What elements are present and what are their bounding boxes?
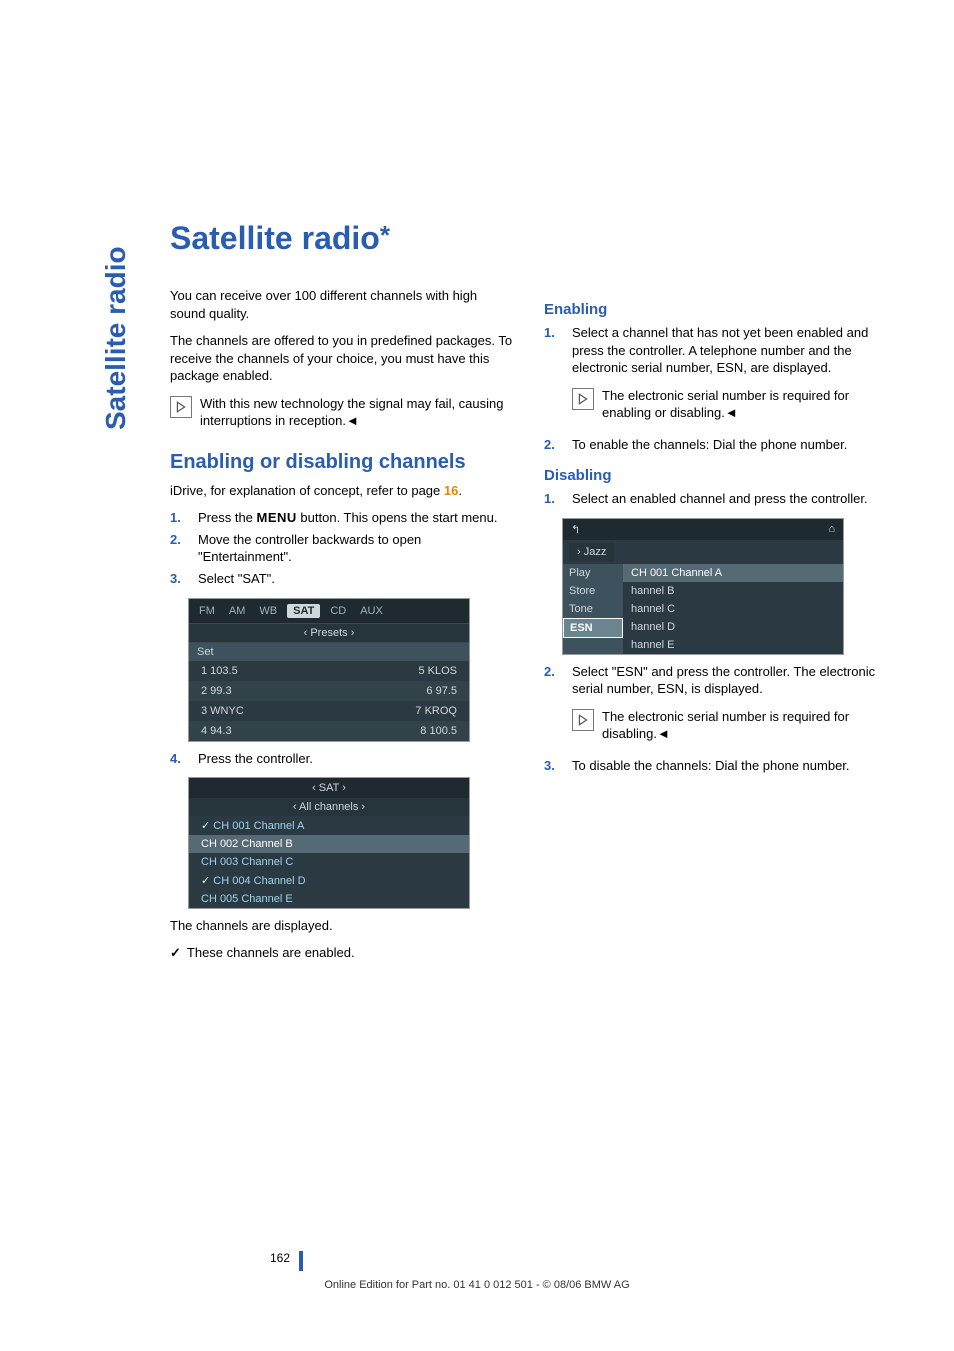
tab-am: AM (225, 603, 250, 619)
check-icon: ✓ (170, 945, 181, 961)
channel-item-selected: CH 002 Channel B (189, 835, 469, 853)
idrive-ref-text-a: iDrive, for explanation of concept, refe… (170, 483, 444, 498)
disabling-step-2: 2. Select "ESN" and press the controller… (544, 663, 890, 698)
step-text: Select an enabled channel and press the … (572, 490, 868, 508)
step-number: 1. (170, 509, 188, 527)
preset-cell: 4 94.3 (201, 725, 232, 737)
step-number: 2. (544, 663, 562, 681)
step-text-b: button. This opens the start menu. (297, 510, 498, 525)
step-text: Select a channel that has not yet been e… (572, 324, 890, 377)
channels-displayed-text: The channels are displayed. (170, 917, 516, 935)
channel-item: CH 003 Channel C (189, 853, 469, 871)
preset-cell: 8 100.5 (420, 725, 457, 737)
back-icon: ↰ (571, 523, 580, 536)
step-number: 3. (170, 570, 188, 588)
note-signal-fail: With this new technology the signal may … (170, 395, 516, 430)
step-number: 4. (170, 750, 188, 768)
page-ref-16[interactable]: 16 (444, 483, 458, 498)
note-esn-disable: The electronic serial number is required… (572, 708, 890, 743)
note-icon (572, 388, 594, 410)
title-asterisk: * (380, 220, 390, 250)
page-number-bar (299, 1251, 303, 1271)
preset-cell: 3 WNYC (201, 705, 244, 717)
enabling-step-2: 2. To enable the channels: Dial the phon… (544, 436, 890, 454)
channel-row: hannel E (623, 636, 843, 654)
tab-fm: FM (195, 603, 219, 619)
menu-esn: ESN (563, 618, 623, 638)
page-title: Satellite radio* (170, 220, 890, 257)
step-text-a: Press the (198, 510, 257, 525)
step-text: Press the controller. (198, 750, 313, 768)
disabling-step-1: 1. Select an enabled channel and press t… (544, 490, 890, 508)
enabling-step-1: 1. Select a channel that has not yet bee… (544, 324, 890, 377)
note-text: The electronic serial number is required… (602, 709, 849, 742)
menu-play: Play (563, 564, 623, 582)
step-number: 2. (170, 531, 188, 549)
side-section-tab: Satellite radio (100, 246, 132, 430)
home-icon: ⌂ (828, 523, 835, 536)
set-label: Set (189, 643, 469, 661)
tab-cd: CD (326, 603, 350, 619)
title-text: Satellite radio (170, 220, 380, 256)
note-icon (572, 709, 594, 731)
idrive-reference: iDrive, for explanation of concept, refe… (170, 482, 516, 500)
channel-item: CH 005 Channel E (189, 890, 469, 908)
sat-header: ‹ SAT › (189, 778, 469, 798)
presets-label: ‹ Presets › (189, 623, 469, 643)
channel-row: CH 001 Channel A (623, 564, 843, 582)
radio-source-tabs: FM AM WB SAT CD AUX (189, 599, 469, 623)
preset-cell: 5 KLOS (418, 665, 457, 677)
step-number: 1. (544, 490, 562, 508)
enabled-channels-text: These channels are enabled. (187, 945, 355, 960)
step-text: Move the controller backwards to open "E… (198, 531, 516, 566)
end-mark-icon: ◄ (346, 413, 359, 428)
channel-item: CH 001 Channel A (189, 816, 469, 835)
disabling-step-3: 3. To disable the channels: Dial the pho… (544, 757, 890, 775)
step-text: Select "SAT". (198, 570, 275, 588)
step-1: 1. Press the MENU button. This opens the… (170, 509, 516, 527)
preset-cell: 7 KROQ (415, 705, 457, 717)
sat-all-channels: ‹ All channels › (189, 798, 469, 816)
screenshot-radio-presets: FM AM WB SAT CD AUX ‹ Presets › Set 1 10… (188, 598, 470, 742)
step-3: 3. Select "SAT". (170, 570, 516, 588)
footer-copyright: Online Edition for Part no. 01 41 0 012 … (0, 1279, 954, 1291)
page-number: 162 (270, 1251, 290, 1265)
step-4: 4. Press the controller. (170, 750, 516, 768)
tab-sat: SAT (287, 604, 320, 618)
step-text: To enable the channels: Dial the phone n… (572, 436, 847, 454)
channel-row: hannel B (623, 582, 843, 600)
step-text: To disable the channels: Dial the phone … (572, 757, 850, 775)
tab-wb: WB (255, 603, 281, 619)
step-text: Select "ESN" and press the controller. T… (572, 663, 890, 698)
step-2: 2. Move the controller backwards to open… (170, 531, 516, 566)
intro-paragraph-1: You can receive over 100 different chann… (170, 287, 516, 322)
menu-store: Store (563, 582, 623, 600)
subheading-disabling: Disabling (544, 467, 890, 484)
channel-row: hannel C (623, 600, 843, 618)
screenshot-jazz-esn: ↰ ⌂ › Jazz Play Store Tone ESN CH 001 Ch… (562, 518, 844, 655)
step-number: 1. (544, 324, 562, 342)
subheading-enabling: Enabling (544, 301, 890, 318)
preset-cell: 2 99.3 (201, 685, 232, 697)
category-tab-jazz: › Jazz (569, 543, 614, 561)
step-number: 3. (544, 757, 562, 775)
channel-item: CH 004 Channel D (189, 871, 469, 890)
intro-paragraph-2: The channels are offered to you in prede… (170, 332, 516, 385)
note-esn-enable: The electronic serial number is required… (572, 387, 890, 422)
menu-button-label: MENU (257, 510, 297, 525)
tab-aux: AUX (356, 603, 387, 619)
idrive-ref-text-b: . (458, 483, 462, 498)
channel-row: hannel D (623, 618, 843, 636)
note-icon (170, 396, 192, 418)
screenshot-sat-channels: ‹ SAT › ‹ All channels › CH 001 Channel … (188, 777, 470, 909)
end-mark-icon: ◄ (725, 405, 738, 420)
menu-tone: Tone (563, 600, 623, 618)
end-mark-icon: ◄ (657, 726, 670, 741)
enabled-channels-note: ✓ These channels are enabled. (170, 945, 516, 961)
preset-cell: 6 97.5 (426, 685, 457, 697)
section-enabling-disabling: Enabling or disabling channels (170, 450, 516, 474)
preset-cell: 1 103.5 (201, 665, 238, 677)
step-number: 2. (544, 436, 562, 454)
